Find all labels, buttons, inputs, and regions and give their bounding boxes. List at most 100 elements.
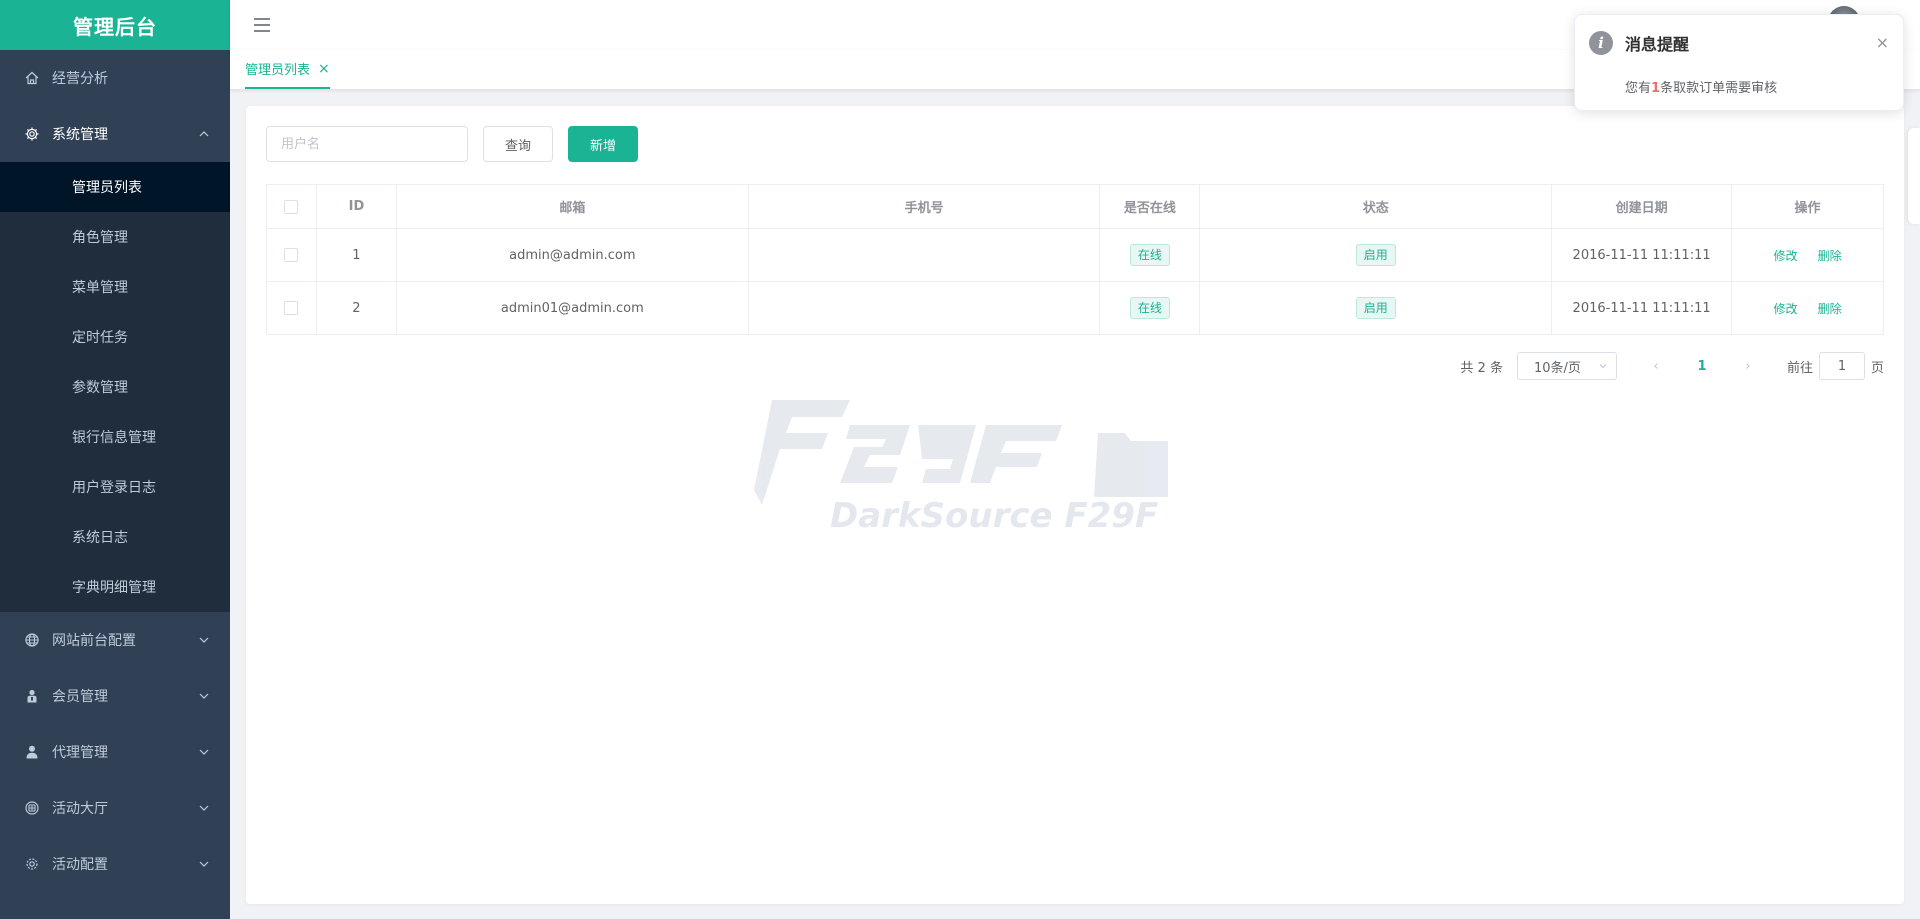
sidebar-item-business-analysis[interactable]: 经营分析 [0, 50, 230, 106]
select-all-cell [266, 184, 317, 229]
chevron-down-icon [199, 861, 209, 867]
sidebar-item-label: 会员管理 [52, 689, 108, 705]
globe-icon [24, 632, 40, 648]
status-cell: 启用 [1199, 281, 1553, 335]
id-cell: 1 [315, 228, 397, 282]
online-cell: 在线 [1099, 281, 1201, 335]
sidebar-item-member-management[interactable]: 会员管理 [0, 668, 230, 724]
page-size-select[interactable]: 10条/页 [1516, 352, 1617, 380]
status-badge: 启用 [1355, 244, 1396, 266]
row-select-cell [266, 281, 317, 335]
message-count: 1 [1651, 81, 1661, 96]
sidebar-item-system-management[interactable]: 系统管理 [0, 106, 230, 162]
column-header-online: 是否在线 [1099, 184, 1201, 229]
column-header-phone: 手机号 [747, 184, 1101, 229]
chevron-up-icon [199, 131, 209, 137]
page-number-1[interactable]: 1 [1687, 359, 1717, 374]
actions-cell: 修改 删除 [1731, 281, 1884, 335]
column-header-actions: 操作 [1731, 184, 1884, 229]
app-logo-title: 管理后台 [0, 0, 230, 50]
pagination-total: 共 2 条 [1460, 360, 1503, 376]
sidebar-item-dictionary-management[interactable]: 字典明细管理 [0, 562, 230, 612]
chevron-down-icon [199, 693, 209, 699]
online-cell: 在线 [1099, 228, 1201, 282]
sidebar-item-user-login-log[interactable]: 用户登录日志 [0, 462, 230, 512]
close-icon[interactable]: × [1876, 33, 1889, 52]
column-header-email: 邮箱 [395, 184, 749, 229]
sidebar-item-label: 活动大厅 [52, 801, 108, 817]
row-select-cell [266, 228, 317, 282]
phone-cell [747, 281, 1101, 335]
sidebar-item-parameter-management[interactable]: 参数管理 [0, 362, 230, 412]
filter-bar: 查询 新增 [266, 126, 638, 162]
submenu-system-management: 管理员列表 角色管理 菜单管理 定时任务 参数管理 银行信息管理 用户登录日志 … [0, 162, 230, 612]
sidebar-item-activity-hall[interactable]: 活动大厅 [0, 780, 230, 836]
jump-page-input[interactable] [1818, 352, 1865, 380]
username-search-input[interactable] [266, 126, 468, 162]
add-button[interactable]: 新增 [568, 126, 638, 162]
sidebar-item-label: 网站前台配置 [52, 633, 136, 649]
notification-message: 您有1条取款订单需要审核 [1625, 77, 1777, 96]
settings-drawer-handle[interactable] [1908, 128, 1920, 224]
member-icon [24, 688, 40, 704]
edit-link[interactable]: 修改 [1773, 302, 1797, 316]
chevron-down-icon [199, 749, 209, 755]
sidebar: 管理后台 经营分析 系统管理 管理员列表 角色管理 菜单管理 定时任务 参数管理… [0, 0, 230, 919]
message-suffix: 条取款订单需要审核 [1660, 81, 1778, 96]
column-header-created: 创建日期 [1551, 184, 1733, 229]
select-all-checkbox[interactable] [284, 199, 299, 214]
admin-table: ID 邮箱 手机号 是否在线 状态 创建日期 操作 1 admin@admin.… [266, 184, 1884, 335]
sidebar-item-label: 代理管理 [52, 745, 108, 761]
email-cell: admin@admin.com [395, 228, 749, 282]
edit-link[interactable]: 修改 [1773, 249, 1797, 263]
delete-link[interactable]: 删除 [1818, 302, 1842, 316]
row-checkbox[interactable] [284, 248, 299, 262]
watermark-logo: DarkSource F29F [754, 400, 1168, 536]
id-cell: 2 [315, 281, 397, 335]
table-row: 2 admin01@admin.com 在线 启用 2016-11-11 11:… [266, 281, 1884, 335]
email-cell: admin01@admin.com [395, 281, 749, 335]
query-button[interactable]: 查询 [483, 126, 553, 162]
settings-icon [24, 856, 40, 872]
status-badge: 启用 [1355, 297, 1396, 319]
chevron-down-icon [199, 805, 209, 811]
phone-cell [747, 228, 1101, 282]
row-checkbox[interactable] [284, 301, 299, 315]
actions-cell: 修改 删除 [1731, 228, 1884, 282]
prev-page-button[interactable]: ‹ [1641, 359, 1671, 374]
created-date-cell: 2016-11-11 11:11:11 [1551, 228, 1733, 282]
page-size-value: 10条/页 [1533, 360, 1581, 376]
tab-label: 管理员列表 [245, 63, 311, 78]
sidebar-item-menu-management[interactable]: 菜单管理 [0, 262, 230, 312]
tab-admin-list[interactable]: 管理员列表 × [245, 50, 330, 89]
svg-text:DarkSource F29F: DarkSource F29F [830, 496, 1158, 536]
sidebar-item-site-frontend-config[interactable]: 网站前台配置 [0, 612, 230, 668]
next-page-button[interactable]: › [1733, 359, 1763, 374]
sidebar-item-role-management[interactable]: 角色管理 [0, 212, 230, 262]
sidebar-item-bank-info-management[interactable]: 银行信息管理 [0, 412, 230, 462]
sidebar-item-scheduled-tasks[interactable]: 定时任务 [0, 312, 230, 362]
jump-label: 前往 [1786, 360, 1813, 376]
chevron-down-icon [199, 637, 209, 643]
notification-popup: i 消息提醒 × 您有1条取款订单需要审核 [1574, 14, 1904, 111]
hamburger-menu-icon[interactable] [252, 16, 272, 34]
column-header-id: ID [315, 184, 397, 229]
home-icon [24, 70, 40, 86]
sidebar-item-agent-management[interactable]: 代理管理 [0, 724, 230, 780]
delete-link[interactable]: 删除 [1818, 249, 1842, 263]
sidebar-item-system-log[interactable]: 系统日志 [0, 512, 230, 562]
table-row: 1 admin@admin.com 在线 启用 2016-11-11 11:11… [266, 228, 1884, 282]
sidebar-item-activity-config[interactable]: 活动配置 [0, 836, 230, 892]
column-header-status: 状态 [1199, 184, 1553, 229]
message-prefix: 您有 [1625, 81, 1652, 96]
sidebar-item-admin-list[interactable]: 管理员列表 [0, 162, 230, 212]
close-icon[interactable]: × [318, 61, 330, 77]
table-header-row: ID 邮箱 手机号 是否在线 状态 创建日期 操作 [266, 184, 1884, 229]
created-date-cell: 2016-11-11 11:11:11 [1551, 281, 1733, 335]
sidebar-item-label: 经营分析 [52, 71, 108, 87]
sidebar-item-label: 活动配置 [52, 857, 108, 873]
sidebar-item-label: 系统管理 [52, 127, 108, 143]
pagination: 共 2 条 10条/页 ‹ 1 › 前往 页 [1460, 352, 1884, 380]
online-badge: 在线 [1129, 244, 1170, 266]
notification-title: 消息提醒 [1625, 35, 1690, 54]
